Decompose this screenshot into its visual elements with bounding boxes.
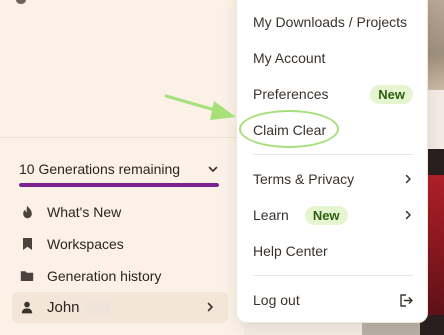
folder-icon bbox=[20, 269, 34, 283]
menu-item-label: My Account bbox=[253, 50, 326, 66]
chevron-right-icon bbox=[405, 210, 411, 220]
sidebar-top-icon bbox=[16, 0, 26, 4]
menu-divider bbox=[253, 154, 413, 155]
person-icon bbox=[20, 301, 34, 315]
menu-item-label: Learn bbox=[253, 207, 289, 223]
chevron-right-icon bbox=[405, 174, 411, 184]
user-name: John bbox=[47, 299, 80, 316]
logout-icon bbox=[400, 293, 413, 307]
menu-item-label: Terms & Privacy bbox=[253, 171, 355, 187]
chevron-right-icon bbox=[207, 302, 213, 312]
menu-item-help-center[interactable]: Help Center bbox=[253, 238, 413, 264]
sidebar-item-label: Workspaces bbox=[47, 236, 124, 252]
sidebar-item-workspaces[interactable]: Workspaces bbox=[12, 229, 228, 259]
sidebar-divider bbox=[0, 137, 244, 138]
menu-item-terms-privacy[interactable]: Terms & Privacy bbox=[253, 166, 413, 192]
sidebar-item-label: What's New bbox=[47, 204, 122, 220]
chevron-down-icon bbox=[208, 166, 218, 172]
generations-remaining-dropdown[interactable]: 10 Generations remaining bbox=[19, 158, 219, 180]
menu-item-label: My Downloads / Projects bbox=[253, 14, 408, 30]
menu-item-learn[interactable]: Learn New bbox=[253, 202, 413, 228]
menu-item-label: Claim Clear bbox=[253, 122, 327, 138]
menu-divider bbox=[253, 275, 413, 276]
sidebar: 10 Generations remaining What's New Work… bbox=[0, 0, 244, 335]
menu-item-log-out[interactable]: Log out bbox=[253, 287, 413, 313]
sidebar-item-label: Generation history bbox=[47, 268, 162, 284]
generations-remaining-label: 10 Generations remaining bbox=[19, 161, 181, 177]
flame-icon bbox=[20, 205, 34, 219]
menu-item-my-downloads[interactable]: My Downloads / Projects bbox=[253, 9, 413, 35]
generations-progress-bar bbox=[19, 183, 219, 187]
menu-item-label: Preferences bbox=[253, 86, 329, 102]
sidebar-item-generation-history[interactable]: Generation history bbox=[12, 261, 228, 291]
menu-item-label: Log out bbox=[253, 292, 300, 308]
learn-label-group: Learn New bbox=[253, 205, 348, 225]
bookmark-icon bbox=[20, 237, 34, 251]
new-badge: New bbox=[370, 84, 413, 104]
account-dropdown-menu: My Downloads / Projects My Account Prefe… bbox=[236, 0, 428, 323]
redacted-surname bbox=[83, 300, 110, 315]
menu-item-my-account[interactable]: My Account bbox=[253, 45, 413, 71]
sidebar-item-whats-new[interactable]: What's New bbox=[12, 197, 228, 227]
new-badge: New bbox=[304, 205, 348, 225]
gallery-thumbnail-artwork bbox=[426, 175, 444, 315]
menu-item-claim-clear[interactable]: Claim Clear bbox=[253, 117, 413, 143]
sidebar-user-menu[interactable]: John bbox=[12, 292, 228, 323]
annotation-arrow-icon bbox=[164, 94, 236, 120]
menu-item-label: Help Center bbox=[253, 243, 328, 259]
menu-item-preferences[interactable]: Preferences New bbox=[253, 81, 413, 107]
generations-progress-fill bbox=[19, 183, 219, 187]
